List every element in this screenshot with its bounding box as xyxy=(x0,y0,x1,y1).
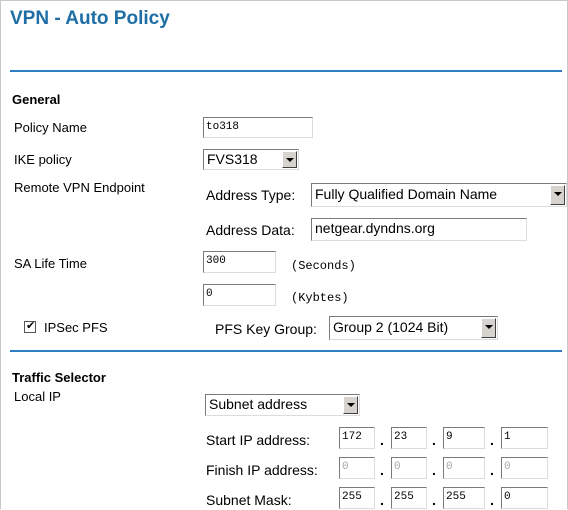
local-ip-type-value: Subnet address xyxy=(209,396,308,412)
start-ip-octet-2[interactable]: 23 xyxy=(391,427,427,449)
ip-dot: . xyxy=(380,462,384,478)
address-data-input[interactable]: netgear.dyndns.org xyxy=(311,218,527,241)
sa-life-time-label: SA Life Time xyxy=(14,256,87,271)
subnet-mask-octet-3[interactable]: 255 xyxy=(443,487,485,509)
pfs-key-group-select[interactable]: Group 2 (1024 Bit) xyxy=(329,316,498,340)
seconds-unit-label: (Seconds) xyxy=(291,259,356,273)
pfs-key-group-value: Group 2 (1024 Bit) xyxy=(333,319,449,335)
ipsec-pfs-checkbox[interactable]: ✔ xyxy=(24,320,36,333)
ip-dot: . xyxy=(490,432,494,448)
start-ip-octet-4[interactable]: 1 xyxy=(501,427,548,449)
subnet-mask-octet-2[interactable]: 255 xyxy=(391,487,427,509)
traffic-selector-heading: Traffic Selector xyxy=(12,370,106,385)
start-ip-octet-1[interactable]: 172 xyxy=(339,427,375,449)
ip-dot: . xyxy=(380,432,384,448)
ike-policy-value: FVS318 xyxy=(207,151,258,167)
policy-name-label: Policy Name xyxy=(14,120,87,135)
ipsec-pfs-label: IPSec PFS xyxy=(44,320,108,335)
start-ip-label: Start IP address: xyxy=(206,432,311,448)
ip-dot: . xyxy=(490,462,494,478)
start-ip-octet-3[interactable]: 9 xyxy=(443,427,485,449)
chevron-down-icon xyxy=(343,396,358,414)
pfs-key-group-label: PFS Key Group: xyxy=(215,321,317,337)
remote-vpn-endpoint-label: Remote VPN Endpoint xyxy=(14,180,145,195)
page-title: VPN - Auto Policy xyxy=(10,8,170,29)
general-heading: General xyxy=(12,92,61,107)
ike-policy-label: IKE policy xyxy=(14,152,72,167)
finish-ip-label: Finish IP address: xyxy=(206,462,318,478)
address-type-value: Fully Qualified Domain Name xyxy=(315,186,498,202)
policy-name-input[interactable]: to318 xyxy=(203,117,313,138)
subnet-mask-label: Subnet Mask: xyxy=(206,492,292,508)
ip-dot: . xyxy=(432,492,436,508)
local-ip-label: Local IP xyxy=(14,389,61,404)
ip-dot: . xyxy=(432,462,436,478)
address-type-select[interactable]: Fully Qualified Domain Name xyxy=(311,183,567,207)
local-ip-type-select[interactable]: Subnet address xyxy=(205,394,360,416)
finish-ip-octet-3[interactable]: 0 xyxy=(443,457,485,479)
finish-ip-octet-2[interactable]: 0 xyxy=(391,457,427,479)
ip-dot: . xyxy=(432,432,436,448)
section-divider xyxy=(10,350,562,352)
ip-dot: . xyxy=(490,492,494,508)
address-data-label: Address Data: xyxy=(206,222,295,238)
sa-seconds-input[interactable]: 300 xyxy=(203,251,276,273)
finish-ip-octet-4[interactable]: 0 xyxy=(501,457,548,479)
section-divider xyxy=(10,70,562,72)
checkmark-icon: ✔ xyxy=(26,320,36,332)
address-type-label: Address Type: xyxy=(206,187,296,203)
kbytes-unit-label: (Kybtes) xyxy=(291,291,349,305)
chevron-down-icon xyxy=(481,318,496,338)
ip-dot: . xyxy=(380,492,384,508)
chevron-down-icon xyxy=(282,151,297,168)
ike-policy-select[interactable]: FVS318 xyxy=(203,149,299,170)
subnet-mask-octet-1[interactable]: 255 xyxy=(339,487,375,509)
subnet-mask-octet-4[interactable]: 0 xyxy=(501,487,548,509)
finish-ip-octet-1[interactable]: 0 xyxy=(339,457,375,479)
chevron-down-icon xyxy=(550,185,565,205)
sa-kbytes-input[interactable]: 0 xyxy=(203,284,276,306)
